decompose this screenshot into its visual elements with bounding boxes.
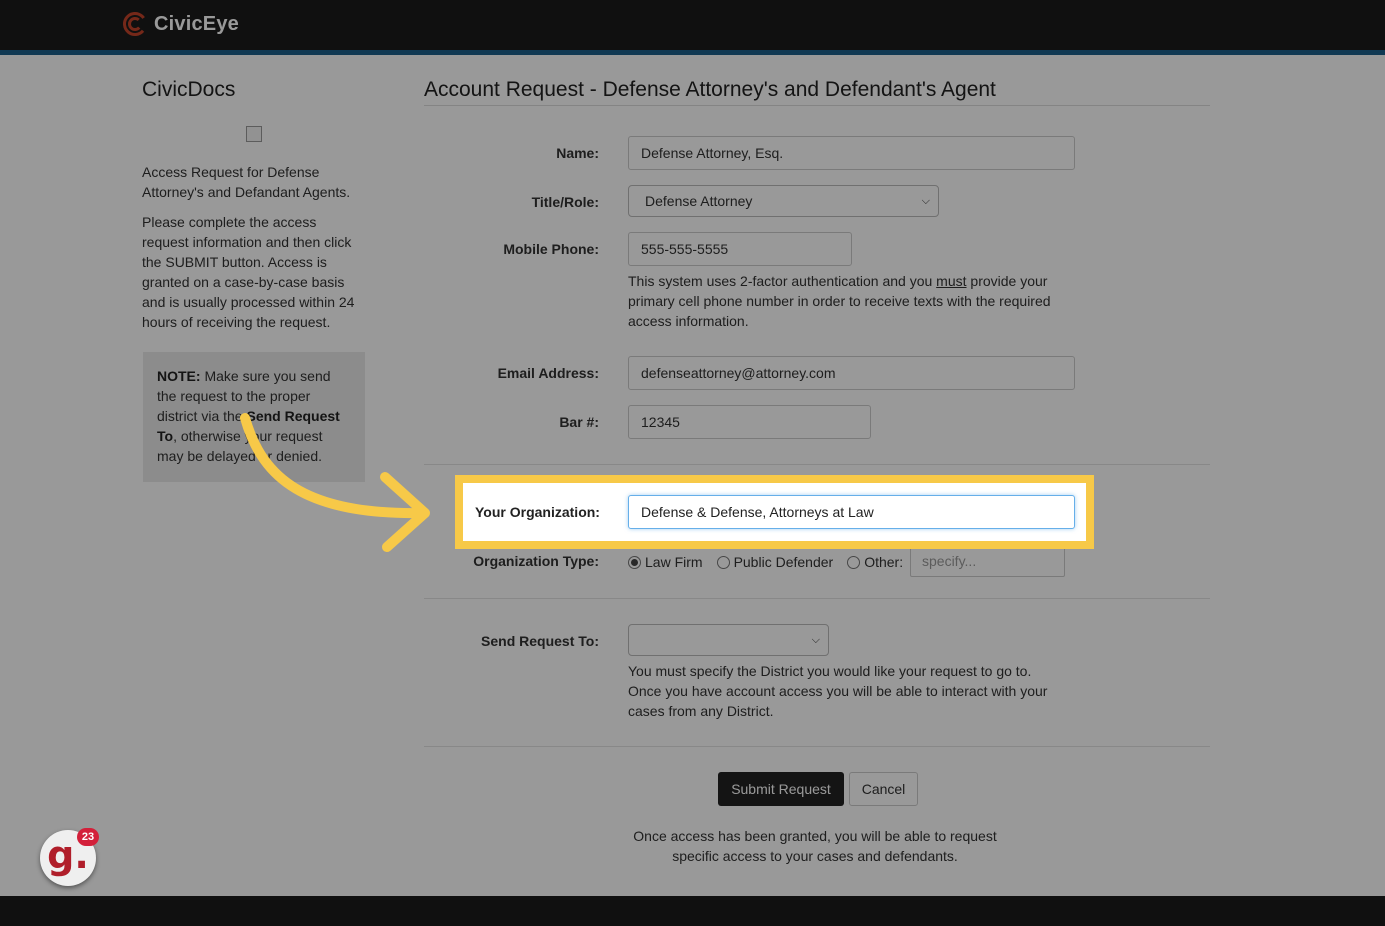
radio-other-label: Other:: [864, 554, 904, 570]
title-divider: [424, 105, 1210, 106]
organization-input[interactable]: Defense & Defense, Attorneys at Law: [628, 495, 1075, 529]
section-divider: [424, 464, 1210, 465]
note-prefix: NOTE:: [157, 368, 201, 384]
mobile-label: Mobile Phone:: [503, 241, 599, 257]
submit-button[interactable]: Submit Request: [718, 772, 844, 806]
title-role-label: Title/Role:: [531, 194, 599, 210]
sidebar-intro: Access Request for Defense Attorney's an…: [142, 164, 351, 200]
mobile-help-a: This system uses 2-factor authentication…: [628, 273, 937, 289]
top-navbar: CivicEye: [0, 0, 1385, 50]
send-to-label: Send Request To:: [481, 633, 599, 649]
brand-logo[interactable]: CivicEye: [122, 11, 239, 37]
radio-law-firm[interactable]: Law Firm: [628, 554, 703, 570]
radio-public-defender[interactable]: Public Defender: [716, 554, 834, 570]
chevron-down-icon: ⌵: [811, 634, 820, 646]
org-type-radio-group: Law Firm Public Defender Other:: [628, 554, 917, 570]
title-role-value: Defense Attorney: [645, 193, 753, 209]
bottom-bar: [0, 896, 1385, 926]
broken-image-icon: [246, 126, 262, 142]
name-input[interactable]: Defense Attorney, Esq.: [628, 136, 1075, 170]
chevron-down-icon: ⌵: [921, 195, 930, 207]
section-divider: [424, 598, 1210, 599]
radio-button-selected[interactable]: [628, 555, 641, 569]
notification-count-badge: 23: [77, 828, 99, 846]
cancel-button[interactable]: Cancel: [849, 772, 918, 806]
title-role-select[interactable]: Defense Attorney ⌵: [628, 185, 939, 217]
footer-note: Once access has been granted, you will b…: [633, 828, 997, 864]
radio-public-defender-label: Public Defender: [733, 554, 834, 570]
radio-button[interactable]: [716, 555, 730, 569]
organization-label: Your Organization:: [475, 504, 600, 520]
sidebar-instructions: Please complete the access request infor…: [142, 214, 355, 330]
civiceye-logo-icon: [123, 12, 147, 36]
email-input[interactable]: defenseattorney@attorney.com: [628, 356, 1075, 390]
guide-widget[interactable]: g. 23: [40, 828, 99, 888]
mobile-help: This system uses 2-factor authentication…: [628, 271, 1068, 331]
page-title: Account Request - Defense Attorney's and…: [424, 78, 996, 101]
radio-other[interactable]: Other:: [847, 554, 903, 570]
other-specify-input[interactable]: specify...: [910, 545, 1065, 577]
name-label: Name:: [556, 145, 599, 161]
brand-name: CivicEye: [154, 12, 239, 35]
send-to-select[interactable]: ⌵: [628, 624, 829, 656]
bar-input[interactable]: 12345: [628, 405, 871, 439]
radio-button[interactable]: [847, 555, 861, 569]
pointer-arrow-icon: [240, 413, 430, 552]
send-to-help: You must specify the District you would …: [628, 663, 1048, 719]
radio-law-firm-label: Law Firm: [645, 554, 703, 570]
email-label: Email Address:: [497, 365, 599, 381]
mobile-help-must: must: [936, 273, 967, 289]
sidebar-title: CivicDocs: [142, 78, 236, 101]
section-divider: [424, 746, 1210, 747]
mobile-input[interactable]: 555-555-5555: [628, 232, 852, 266]
